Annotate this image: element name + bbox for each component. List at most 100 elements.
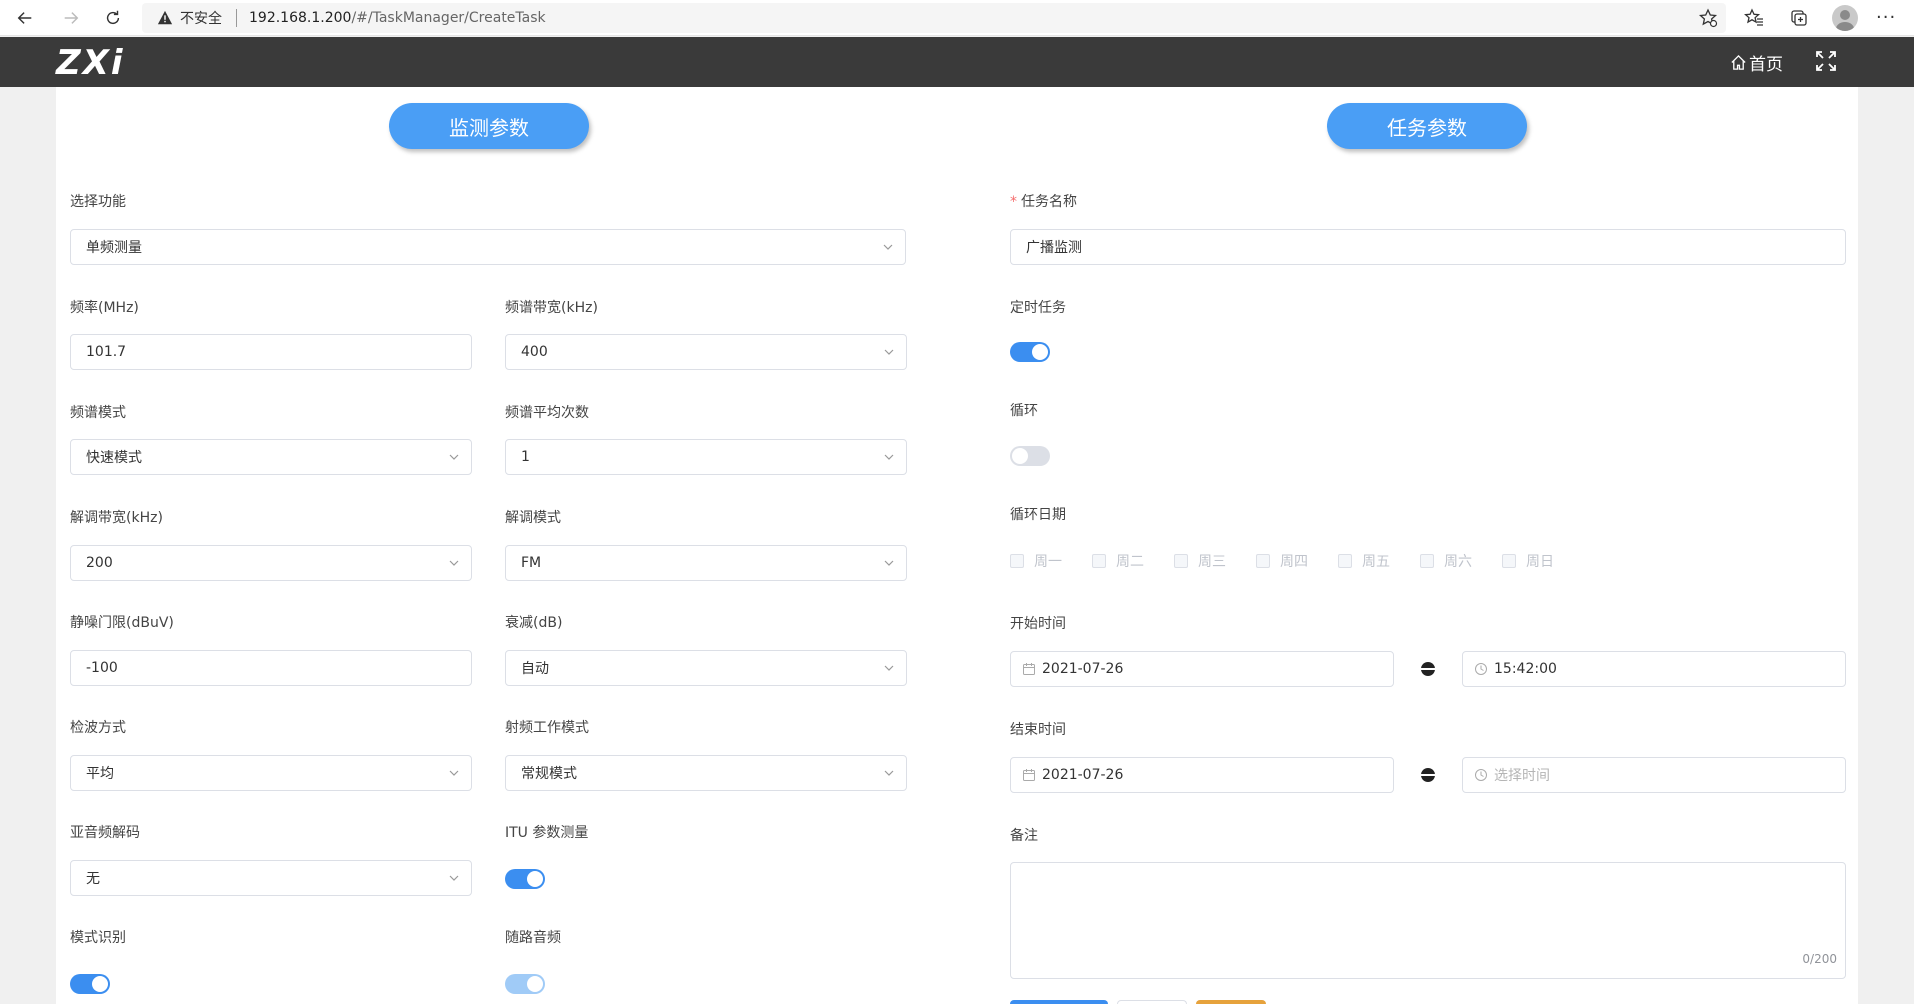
span-label: 频谱带宽(kHz) <box>505 300 598 316</box>
weekday-thu[interactable]: 周四 <box>1256 551 1338 571</box>
insecure-label[interactable]: 不安全 <box>180 8 222 28</box>
function-value: 单频测量 <box>86 240 142 256</box>
task-name-label-text: 任务名称 <box>1021 194 1077 210</box>
timed-switch[interactable] <box>1010 342 1050 362</box>
remark-textarea[interactable]: 0/200 <box>1010 862 1846 979</box>
task-name-value: 广播监测 <box>1026 240 1082 256</box>
atten-value: 自动 <box>521 661 549 677</box>
demod-bw-select[interactable]: 200 <box>70 545 472 581</box>
freq-input[interactable]: 101.7 <box>70 334 472 370</box>
squelch-input[interactable]: -100 <box>70 650 472 686</box>
chevron-down-icon <box>449 875 459 881</box>
app-header: ZXi 首页 <box>0 37 1914 87</box>
spec-mode-select[interactable]: 快速模式 <box>70 439 472 475</box>
end-date-value: 2021-07-26 <box>1042 767 1124 783</box>
remark-counter: 0/200 <box>1802 952 1837 966</box>
clock-icon <box>1475 769 1487 781</box>
reload-button[interactable] <box>100 5 126 31</box>
collections-icon[interactable] <box>1787 6 1811 30</box>
url-host: 192.168.1.200 <box>249 10 352 26</box>
browser-toolbar: 不安全 192.168.1.200/#/TaskManager/CreateTa… <box>0 0 1914 36</box>
task-name-input[interactable]: 广播监测 <box>1010 229 1846 265</box>
chevron-down-icon <box>884 560 894 566</box>
demod-mode-select[interactable]: FM <box>505 545 907 581</box>
weekday-sat[interactable]: 周六 <box>1420 551 1502 571</box>
chevron-down-icon <box>883 244 893 250</box>
end-time-placeholder: 选择时间 <box>1494 768 1550 784</box>
timed-label: 定时任务 <box>1010 300 1066 316</box>
address-bar[interactable]: 不安全 192.168.1.200/#/TaskManager/CreateTa… <box>142 3 1726 33</box>
home-link[interactable]: 首页 <box>1730 50 1783 75</box>
recog-switch[interactable] <box>70 974 110 994</box>
weekday-label: 周二 <box>1116 554 1144 570</box>
loop-date-label: 循环日期 <box>1010 507 1066 523</box>
logo: ZXi <box>56 43 125 83</box>
squelch-value: -100 <box>86 660 118 676</box>
weekday-fri[interactable]: 周五 <box>1338 551 1420 571</box>
weekday-wed[interactable]: 周三 <box>1174 551 1256 571</box>
weekday-label: 周日 <box>1526 554 1554 570</box>
subaudio-value: 无 <box>86 871 100 887</box>
fullscreen-icon[interactable] <box>1815 50 1837 72</box>
span-select[interactable]: 400 <box>505 334 907 370</box>
checkbox-box <box>1092 554 1106 568</box>
span-value: 400 <box>521 344 548 360</box>
submit-button[interactable] <box>1010 1000 1108 1004</box>
end-label: 结束时间 <box>1010 722 1066 738</box>
start-time-value: 15:42:00 <box>1494 661 1557 677</box>
end-date-picker[interactable]: 2021-07-26 <box>1010 757 1394 793</box>
spec-mode-label: 频谱模式 <box>70 405 126 421</box>
end-time-picker[interactable]: 选择时间 <box>1462 757 1846 793</box>
rf-mode-value: 常规模式 <box>521 766 577 782</box>
rf-mode-label: 射频工作模式 <box>505 720 589 736</box>
freq-value: 101.7 <box>86 344 127 360</box>
itu-label: ITU 参数测量 <box>505 825 589 841</box>
url-path: /#/TaskManager/CreateTask <box>351 10 546 26</box>
calendar-icon <box>1023 769 1035 781</box>
reset-button[interactable] <box>1117 1000 1187 1004</box>
chevron-down-icon <box>449 454 459 460</box>
cancel-button[interactable] <box>1196 1000 1266 1004</box>
forward-button[interactable] <box>58 5 84 31</box>
checkbox-box <box>1174 554 1188 568</box>
arrow-right-icon <box>64 12 79 24</box>
weekday-checkboxes: 周一 周二 周三 周四 周五 周六 周日 <box>1010 551 1584 571</box>
recog-label: 模式识别 <box>70 930 126 946</box>
favorite-star-icon[interactable] <box>1698 8 1718 28</box>
favorites-icon[interactable] <box>1742 6 1766 30</box>
function-label: 选择功能 <box>70 194 126 210</box>
weekday-sun[interactable]: 周日 <box>1502 551 1584 571</box>
start-time-picker[interactable]: 15:42:00 <box>1462 651 1846 687</box>
chevron-down-icon <box>884 454 894 460</box>
detector-value: 平均 <box>86 766 114 782</box>
loop-switch[interactable] <box>1010 446 1050 466</box>
loop-label: 循环 <box>1010 403 1038 419</box>
atten-label: 衰减(dB) <box>505 615 563 631</box>
audio-label: 随路音频 <box>505 930 561 946</box>
checkbox-box <box>1256 554 1270 568</box>
calendar-icon <box>1023 663 1035 675</box>
task-section-title: 任务参数 <box>1327 103 1527 149</box>
range-separator-icon <box>1421 768 1435 782</box>
weekday-mon[interactable]: 周一 <box>1010 551 1092 571</box>
detector-select[interactable]: 平均 <box>70 755 472 791</box>
back-button[interactable] <box>12 5 38 31</box>
function-select[interactable]: 单频测量 <box>70 229 906 265</box>
profile-avatar[interactable] <box>1832 5 1858 31</box>
avg-select[interactable]: 1 <box>505 439 907 475</box>
arrow-left-icon <box>17 12 32 24</box>
chevron-down-icon <box>449 770 459 776</box>
main-content: 监测参数 选择功能 单频测量 频率(MHz) 101.7 频谱带宽(kHz) 4… <box>56 87 1858 1004</box>
required-asterisk: * <box>1010 194 1017 210</box>
freq-label: 频率(MHz) <box>70 300 139 316</box>
more-menu-icon[interactable]: ··· <box>1876 9 1896 27</box>
chevron-down-icon <box>884 349 894 355</box>
rf-mode-select[interactable]: 常规模式 <box>505 755 907 791</box>
subaudio-select[interactable]: 无 <box>70 860 472 896</box>
start-date-picker[interactable]: 2021-07-26 <box>1010 651 1394 687</box>
warning-icon <box>156 9 174 27</box>
audio-switch[interactable] <box>505 974 545 994</box>
weekday-tue[interactable]: 周二 <box>1092 551 1174 571</box>
itu-switch[interactable] <box>505 869 545 889</box>
atten-select[interactable]: 自动 <box>505 650 907 686</box>
